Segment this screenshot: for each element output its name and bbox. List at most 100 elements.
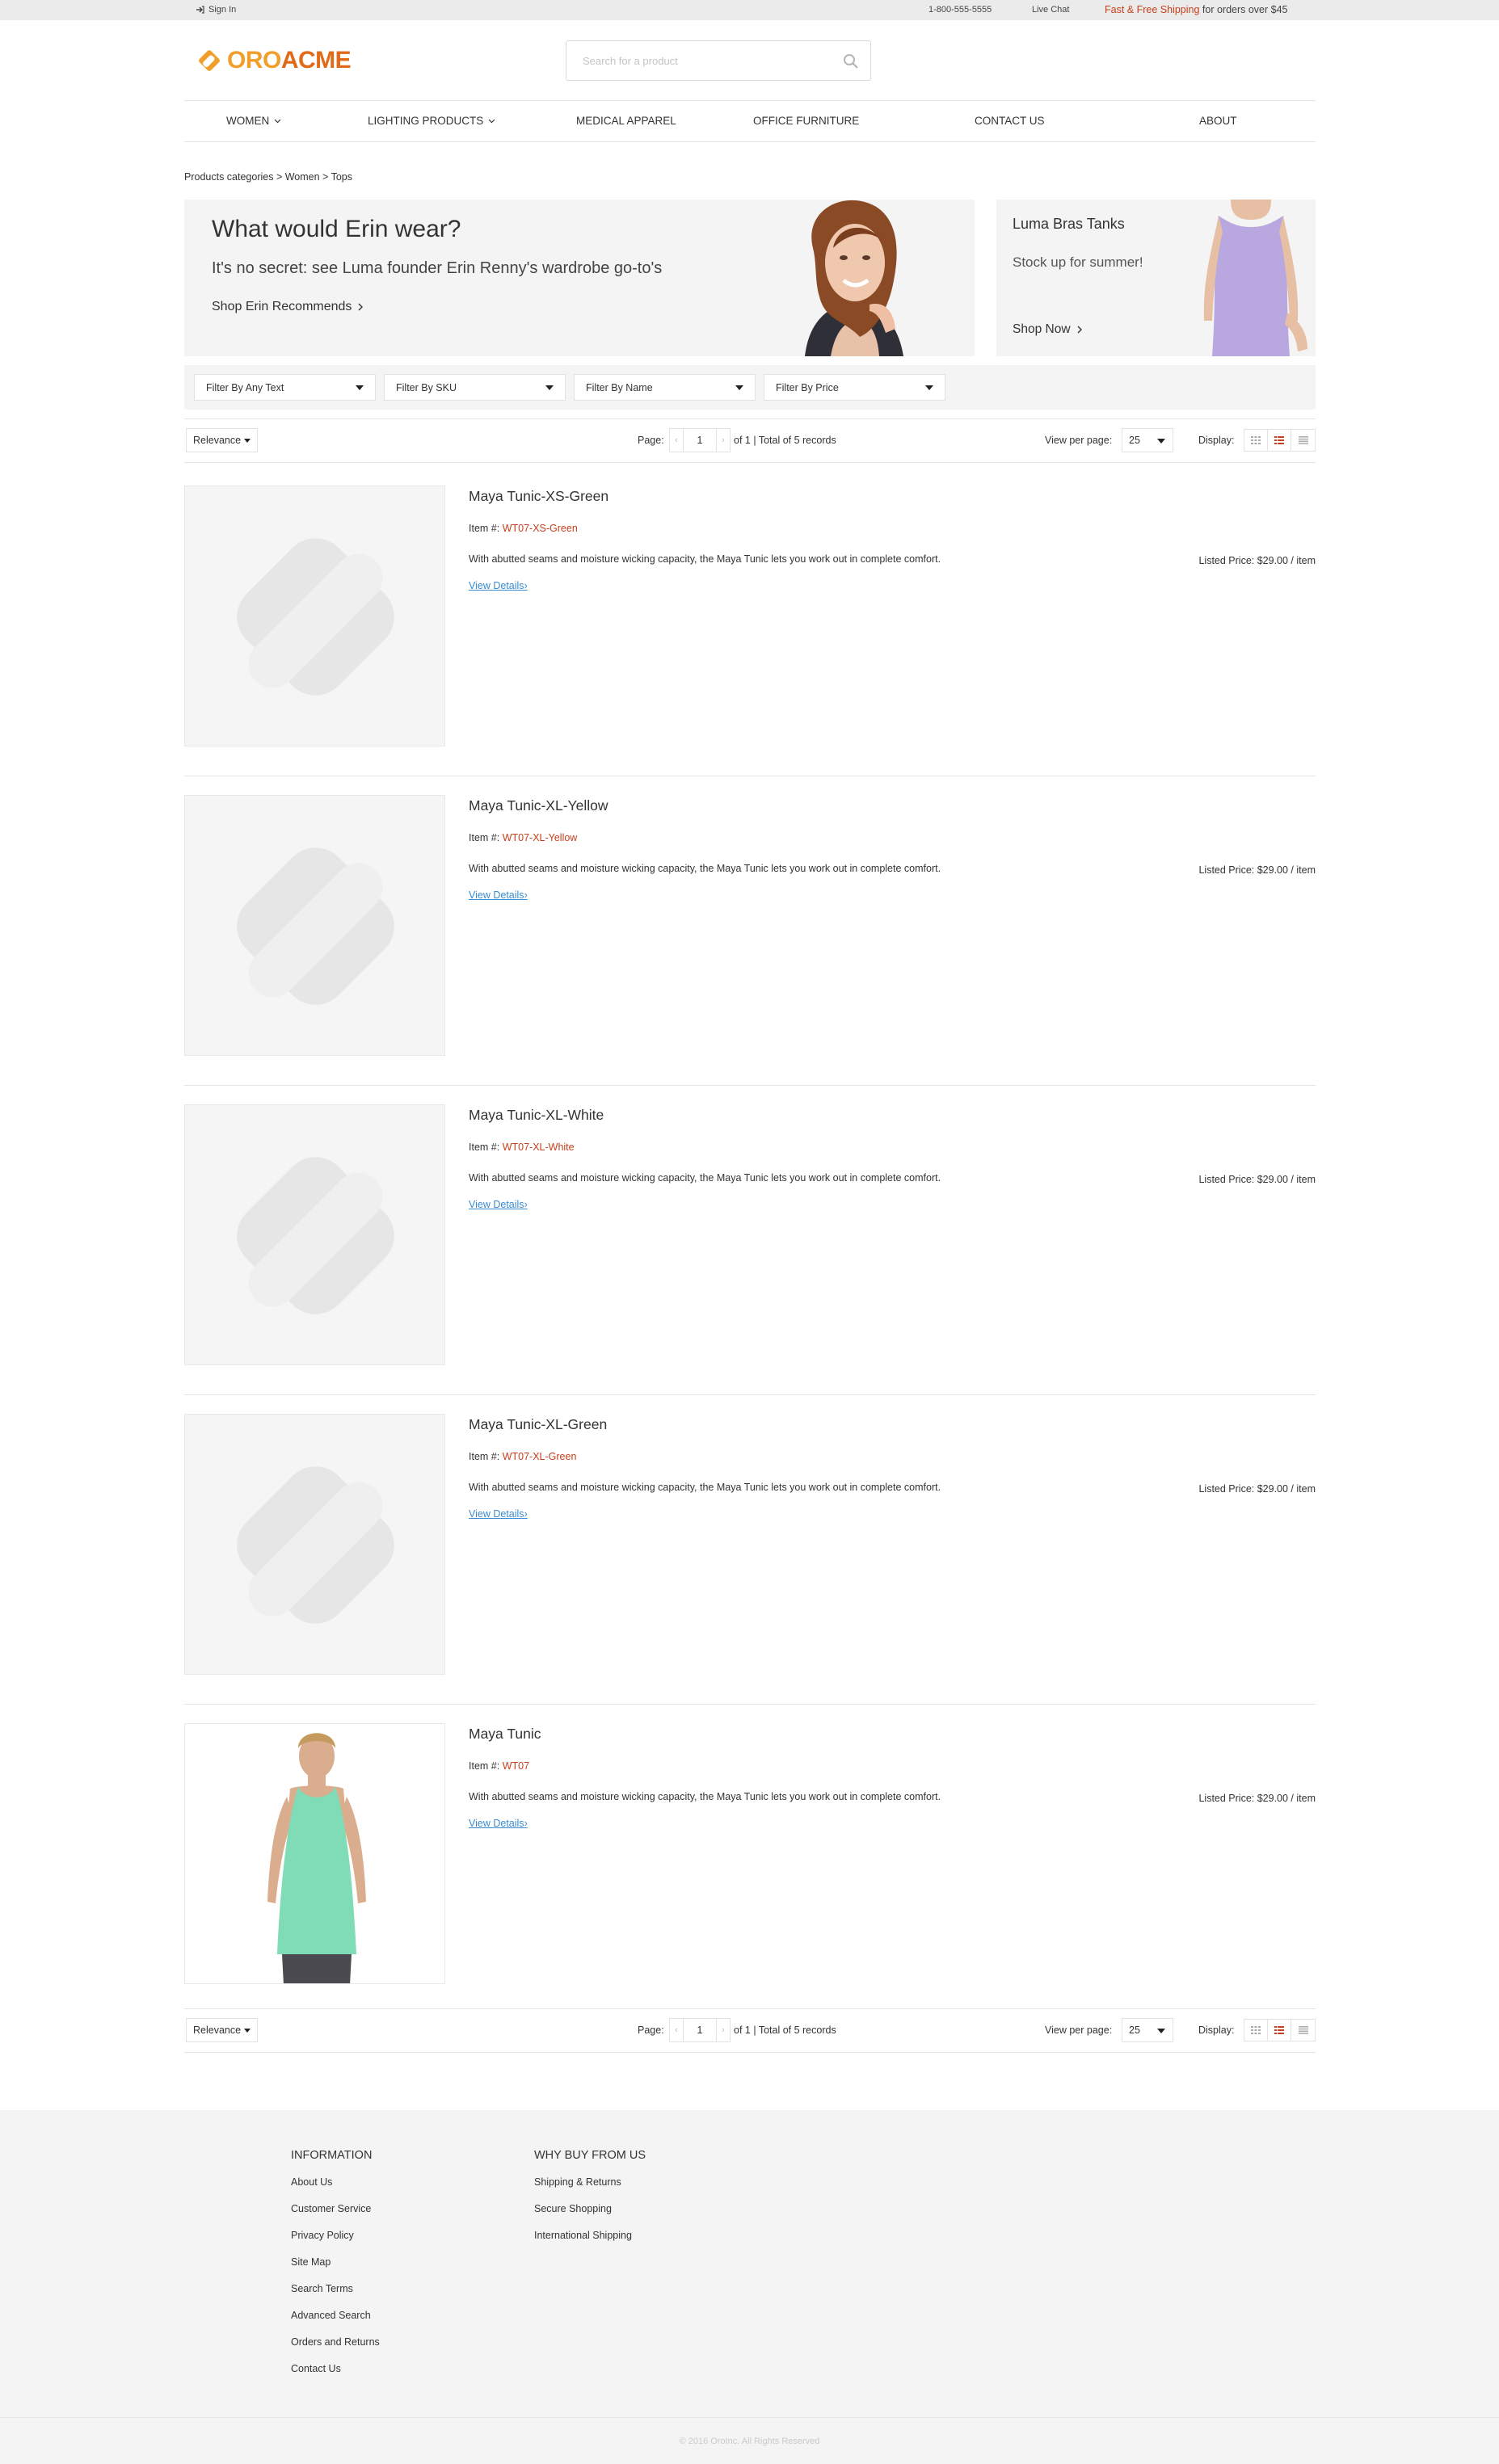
nav-item-medical-apparel[interactable]: MEDICAL APPAREL [576,115,676,127]
live-chat-link[interactable]: Live Chat [1032,5,1069,15]
prev-page-button[interactable]: ‹ [669,428,684,452]
per-page-select[interactable]: 25 [1122,428,1173,452]
filter-label: Filter By Price [776,382,839,393]
view-details-link[interactable]: View Details› [469,1199,528,1210]
compact-view-button[interactable] [1291,430,1315,451]
nav-item-office-furniture[interactable]: OFFICE FURNITURE [753,115,859,127]
promo-banner-luma-tanks[interactable]: Luma Bras Tanks Stock up for summer! Sho… [996,200,1316,356]
product-sku[interactable]: WT07-XL-White [503,1142,575,1153]
product-name[interactable]: Maya Tunic [469,1726,541,1743]
filter-sku[interactable]: Filter By SKU [384,374,566,401]
nav-item-contact-us[interactable]: CONTACT US [975,115,1045,127]
footer-link-privacy-policy[interactable]: Privacy Policy [291,2222,380,2249]
grid-view-button[interactable] [1244,430,1268,451]
list-view-button[interactable] [1268,430,1291,451]
product-description: With abutted seams and moisture wicking … [469,1791,941,1802]
sign-in-link[interactable]: Sign In [196,5,236,15]
prev-page-button[interactable]: ‹ [669,2018,684,2042]
display-mode-switcher [1244,2019,1316,2041]
caret-down-icon [925,385,933,390]
nav-item-women[interactable]: WOMEN [226,115,281,127]
product-image-placeholder[interactable] [184,1104,445,1365]
footer-link-contact-us[interactable]: Contact Us [291,2356,380,2382]
shop-erin-recommends-link[interactable]: Shop Erin Recommends [212,300,364,314]
product-description: With abutted seams and moisture wicking … [469,1482,941,1493]
banner-subtitle: Stock up for summer! [1013,254,1143,270]
compact-view-button[interactable] [1291,2020,1315,2041]
list-view-icon [1274,436,1284,444]
view-details-link[interactable]: View Details› [469,889,528,901]
listing-toolbar-top: Relevance Page: ‹ 1 › of 1 | Total of 5 … [184,418,1316,463]
footer-link-customer-service[interactable]: Customer Service [291,2196,380,2222]
product-sku[interactable]: WT07 [503,1760,529,1772]
product-sku[interactable]: WT07-XL-Green [503,1451,577,1462]
banner-title: What would Erin wear? [212,216,461,242]
main-navigation: WOMEN LIGHTING PRODUCTS MEDICAL APPAREL … [184,100,1316,142]
breadcrumb[interactable]: Products categories > Women > Tops [184,171,352,183]
banner-cta-label: Shop Now [1013,322,1071,336]
listed-price: Listed Price: $29.00 / item [1198,1174,1316,1185]
compact-list-icon [1298,436,1308,444]
view-details-link[interactable]: View Details› [469,580,528,591]
caret-down-icon [1157,2029,1165,2033]
footer-link-search-terms[interactable]: Search Terms [291,2276,380,2302]
sign-in-label: Sign In [208,5,237,15]
product-sku[interactable]: WT07-XS-Green [503,523,578,534]
nav-item-about[interactable]: ABOUT [1199,115,1237,127]
nav-item-lighting-products[interactable]: LIGHTING PRODUCTS [368,115,495,127]
grid-view-button[interactable] [1244,2020,1268,2041]
footer-link-site-map[interactable]: Site Map [291,2249,380,2276]
product-sku-line: Item #: WT07-XL-White [469,1142,575,1153]
filter-label: Filter By Name [586,382,653,393]
view-details-link[interactable]: View Details› [469,1508,528,1520]
shop-now-link[interactable]: Shop Now [1013,322,1082,337]
product-image-placeholder[interactable] [184,795,445,1056]
current-page-input[interactable]: 1 [684,2018,716,2042]
product-name[interactable]: Maya Tunic-XL-Green [469,1416,607,1433]
product-name[interactable]: Maya Tunic-XL-Yellow [469,797,608,814]
product-name[interactable]: Maya Tunic-XS-Green [469,488,608,505]
site-logo[interactable]: ORO ACME [196,47,352,74]
phone-number[interactable]: 1-800-555-5555 [928,5,992,15]
sort-select[interactable]: Relevance [186,2018,259,2042]
caret-down-icon [1157,439,1165,444]
product-name[interactable]: Maya Tunic-XL-White [469,1107,604,1124]
image-placeholder-icon [237,847,394,1005]
per-page-label: View per page: [1045,2025,1113,2036]
footer-link-advanced-search[interactable]: Advanced Search [291,2302,380,2329]
product-description: With abutted seams and moisture wicking … [469,1172,941,1184]
list-view-button[interactable] [1268,2020,1291,2041]
product-image-placeholder[interactable] [184,1414,445,1675]
per-page-select[interactable]: 25 [1122,2018,1173,2042]
footer-link-about-us[interactable]: About Us [291,2169,380,2196]
footer-link-international-shipping[interactable]: International Shipping [534,2222,646,2249]
filter-any-text[interactable]: Filter By Any Text [194,374,376,401]
filter-name[interactable]: Filter By Name [574,374,756,401]
search-icon[interactable] [843,53,859,69]
next-page-button[interactable]: › [716,2018,731,2042]
product-description: With abutted seams and moisture wicking … [469,553,941,565]
search-box [566,40,871,81]
promo-banner-erin[interactable]: What would Erin wear? It's no secret: se… [184,200,975,356]
page-label: Page: [638,435,664,446]
next-page-button[interactable]: › [716,428,731,452]
caret-down-icon [356,385,364,390]
shipping-promo-highlight[interactable]: Fast & Free Shipping [1105,4,1199,15]
footer-link-shipping-returns[interactable]: Shipping & Returns [534,2169,646,2196]
footer-link-secure-shopping[interactable]: Secure Shopping [534,2196,646,2222]
sort-select[interactable]: Relevance [186,428,259,452]
current-page-input[interactable]: 1 [684,428,716,452]
page-label: Page: [638,2025,664,2036]
nav-item-label: ABOUT [1199,115,1237,127]
view-details-link[interactable]: View Details› [469,1818,528,1829]
chevron-right-icon: › [524,1818,528,1829]
green-tunic-model-image [267,1733,366,1983]
search-input[interactable] [566,41,833,80]
filter-price[interactable]: Filter By Price [764,374,945,401]
footer-link-orders-and-returns[interactable]: Orders and Returns [291,2329,380,2356]
chevron-down-icon [274,119,281,123]
product-image[interactable] [184,1723,445,1984]
product-sku[interactable]: WT07-XL-Yellow [503,832,578,843]
chevron-right-icon: › [524,1508,528,1520]
product-image-placeholder[interactable] [184,486,445,746]
